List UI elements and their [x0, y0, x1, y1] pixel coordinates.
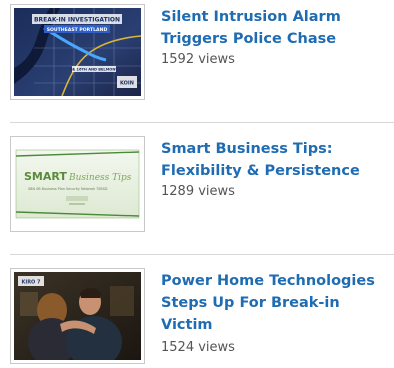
view-count-2: 1289 views — [161, 184, 235, 199]
thumb-street-label: SE 16TH AND BELMONT — [70, 68, 118, 72]
thumb-logo-text: KOIN — [120, 81, 134, 87]
smart-business-slide-thumbnail-icon: SMART Business Tips SBN SB Business Plan… — [14, 140, 141, 228]
view-count-1: 1592 views — [161, 52, 235, 67]
video-title-link-2[interactable]: Smart Business Tips: Flexibility & Persi… — [161, 138, 393, 182]
divider-1 — [10, 122, 394, 123]
view-count-3: 1524 views — [161, 340, 235, 355]
thumb-banner-text: BREAK-IN INVESTIGATION — [34, 17, 120, 24]
video-thumbnail-3[interactable]: KIRO 7 — [10, 268, 145, 364]
video-title-link-3[interactable]: Power Home Technologies Steps Up For Bre… — [161, 270, 393, 336]
video-title-link-1[interactable]: Silent Intrusion Alarm Triggers Police C… — [161, 6, 393, 50]
thumb-subbanner-text: SOUTHEAST PORTLAND — [47, 27, 108, 33]
thumb-tagline: SBN SB Business Plan Security Network TS… — [28, 187, 108, 191]
news-map-thumbnail-icon: BREAK-IN INVESTIGATION SOUTHEAST PORTLAN… — [14, 8, 141, 96]
thumb-brand-script: Business Tips — [68, 173, 132, 183]
hug-scene-thumbnail-icon: KIRO 7 — [14, 272, 141, 360]
video-thumbnail-2[interactable]: SMART Business Tips SBN SB Business Plan… — [10, 136, 145, 232]
thumb-logo-text: KIRO 7 — [21, 280, 41, 286]
thumb-brand-text: SMART — [24, 170, 67, 183]
video-thumbnail-1[interactable]: BREAK-IN INVESTIGATION SOUTHEAST PORTLAN… — [10, 4, 145, 100]
divider-2 — [10, 254, 394, 255]
